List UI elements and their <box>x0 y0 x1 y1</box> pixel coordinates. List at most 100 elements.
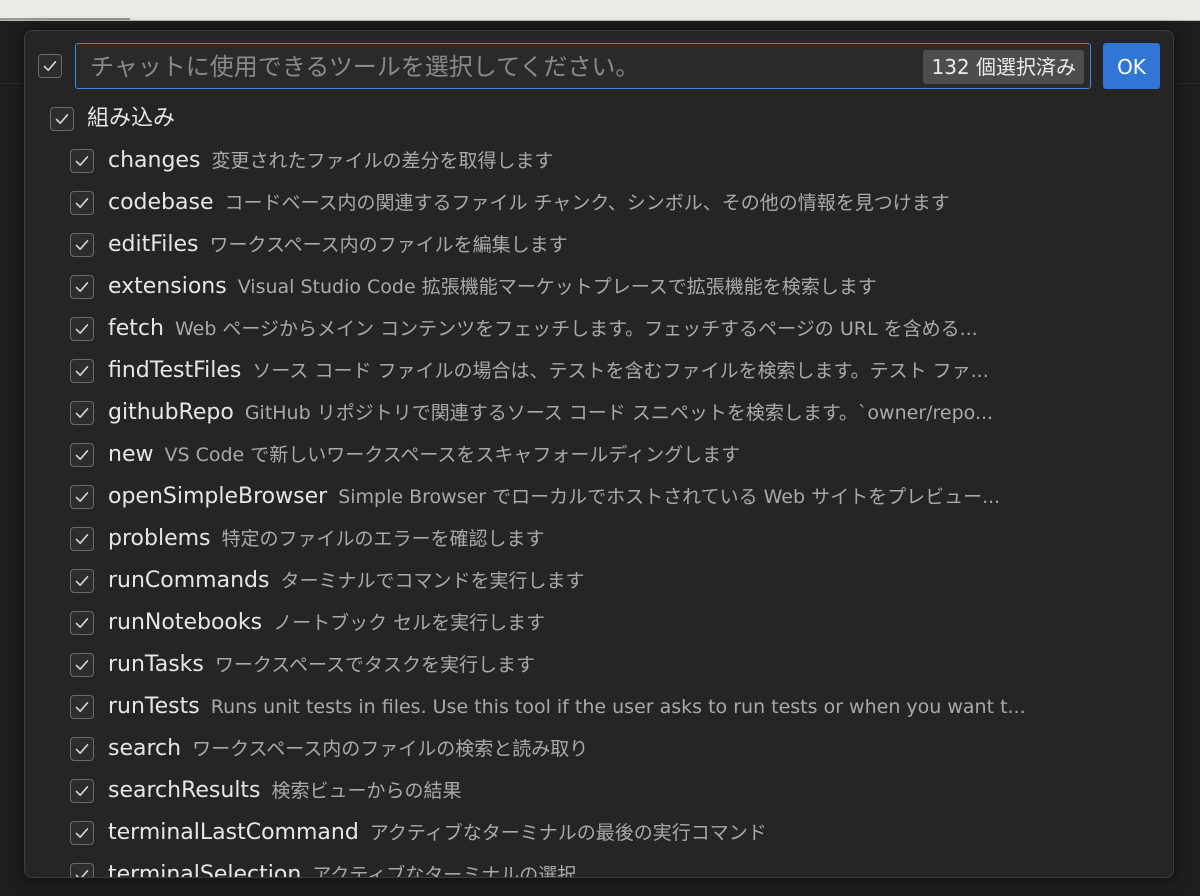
checkmark-icon <box>75 534 89 544</box>
checkmark-icon <box>75 366 89 376</box>
tool-checkbox[interactable] <box>70 317 94 341</box>
tool-name: runTests <box>108 694 200 719</box>
tool-text: terminalSelection アクティブなターミナルの選択 <box>108 854 1120 878</box>
tool-row[interactable]: runNotebooks ノートブック セルを実行します <box>25 602 1173 644</box>
tool-name: terminalSelection <box>108 862 302 878</box>
tool-row[interactable]: codebase コードベース内の関連するファイル チャンク、シンボル、その他の情… <box>25 182 1173 224</box>
group-checkbox[interactable] <box>50 107 74 131</box>
tool-description: Visual Studio Code 拡張機能マーケットプレースで拡張機能を検索… <box>237 276 877 298</box>
tool-name: fetch <box>108 316 164 341</box>
checkmark-icon <box>55 114 69 124</box>
checkmark-icon <box>75 156 89 166</box>
window-top-strip <box>0 0 1200 21</box>
checkmark-icon <box>75 324 89 334</box>
tool-checkbox[interactable] <box>70 569 94 593</box>
checkmark-icon <box>75 198 89 208</box>
checkmark-icon <box>75 576 89 586</box>
tool-text: extensions Visual Studio Code 拡張機能マーケットプレ… <box>108 266 1120 308</box>
tool-checkbox[interactable] <box>70 611 94 635</box>
tool-checkbox[interactable] <box>70 821 94 845</box>
tool-checkbox[interactable] <box>70 359 94 383</box>
tool-row[interactable]: runTasks ワークスペースでタスクを実行します <box>25 644 1173 686</box>
tool-description: 検索ビューからの結果 <box>271 780 462 802</box>
tool-checkbox[interactable] <box>70 191 94 215</box>
tool-text: new VS Code で新しいワークスペースをスキャフォールディングします <box>108 434 1120 476</box>
tool-description: ワークスペースでタスクを実行します <box>214 654 536 676</box>
tool-row[interactable]: runTests Runs unit tests in files. Use th… <box>25 686 1173 728</box>
checkmark-icon <box>75 828 89 838</box>
tool-text: problems 特定のファイルのエラーを確認します <box>108 518 1120 560</box>
tool-text: runTests Runs unit tests in files. Use th… <box>108 686 1120 728</box>
tool-row[interactable]: extensions Visual Studio Code 拡張機能マーケットプレ… <box>25 266 1173 308</box>
tool-name: codebase <box>108 190 214 215</box>
tool-checkbox[interactable] <box>70 527 94 551</box>
checkmark-icon <box>75 282 89 292</box>
tool-description: アクティブなターミナルの選択 <box>312 864 577 878</box>
tool-description: ワークスペース内のファイルの検索と読み取り <box>192 738 589 760</box>
tool-text: runCommands ターミナルでコマンドを実行します <box>108 560 1120 602</box>
tool-text: changes 変更されたファイルの差分を取得します <box>108 140 1120 182</box>
tool-text: terminalLastCommand アクティブなターミナルの最後の実行コマンド <box>108 812 1120 854</box>
tool-checkbox[interactable] <box>70 695 94 719</box>
tool-row[interactable]: fetch Web ページからメイン コンテンツをフェッチします。フェッチするペー… <box>25 308 1173 350</box>
checkmark-icon <box>43 61 57 71</box>
group-label: 組み込み <box>87 106 176 131</box>
tool-row[interactable]: openSimpleBrowser Simple Browser でローカルでホス… <box>25 476 1173 518</box>
tool-description: ワークスペース内のファイルを編集します <box>209 234 568 256</box>
tool-description: Web ページからメイン コンテンツをフェッチします。フェッチするページの UR… <box>174 318 978 340</box>
tool-name: searchResults <box>108 778 261 803</box>
tool-row[interactable]: new VS Code で新しいワークスペースをスキャフォールディングします <box>25 434 1173 476</box>
checkmark-icon <box>75 492 89 502</box>
checkmark-icon <box>75 618 89 628</box>
tool-checkbox[interactable] <box>70 779 94 803</box>
tool-list: 組み込み changes 変更されたファイルの差分を取得します codebase コー… <box>25 98 1173 877</box>
tool-row[interactable]: editFiles ワークスペース内のファイルを編集します <box>25 224 1173 266</box>
checkmark-icon <box>75 240 89 250</box>
tool-text: fetch Web ページからメイン コンテンツをフェッチします。フェッチするペー… <box>108 308 1120 350</box>
tool-row[interactable]: findTestFiles ソース コード ファイルの場合は、テストを含むファイル… <box>25 350 1173 392</box>
tool-row[interactable]: problems 特定のファイルのエラーを確認します <box>25 518 1173 560</box>
checkmark-icon <box>75 870 89 877</box>
checkmark-icon <box>75 408 89 418</box>
tool-checkbox[interactable] <box>70 653 94 677</box>
tool-name: terminalLastCommand <box>108 820 359 845</box>
select-all-checkbox[interactable] <box>38 54 62 78</box>
tool-checkbox[interactable] <box>70 737 94 761</box>
tool-checkbox[interactable] <box>70 485 94 509</box>
tool-checkbox[interactable] <box>70 863 94 877</box>
tool-checkbox[interactable] <box>70 149 94 173</box>
tool-description: Simple Browser でローカルでホストされている Web サイトをプレ… <box>338 486 1001 508</box>
tool-row[interactable]: terminalSelection アクティブなターミナルの選択 <box>25 854 1173 878</box>
tool-checkbox[interactable] <box>70 443 94 467</box>
tool-row[interactable]: search ワークスペース内のファイルの検索と読み取り <box>25 728 1173 770</box>
tool-name: changes <box>108 148 201 173</box>
tool-row[interactable]: changes 変更されたファイルの差分を取得します <box>25 140 1173 182</box>
tool-name: runCommands <box>108 568 270 593</box>
tool-filter-input[interactable] <box>88 44 912 90</box>
tool-description: 特定のファイルのエラーを確認します <box>221 528 545 550</box>
tool-row[interactable]: runCommands ターミナルでコマンドを実行します <box>25 560 1173 602</box>
window-tab-edge <box>0 0 130 20</box>
tool-name: problems <box>108 526 211 551</box>
tool-description: コードベース内の関連するファイル チャンク、シンボル、その他の情報を見つけます <box>224 192 950 214</box>
tool-text: runNotebooks ノートブック セルを実行します <box>108 602 1120 644</box>
checkmark-icon <box>75 786 89 796</box>
tool-checkbox[interactable] <box>70 275 94 299</box>
tool-row[interactable]: terminalLastCommand アクティブなターミナルの最後の実行コマンド <box>25 812 1173 854</box>
checkmark-icon <box>75 744 89 754</box>
tool-filter-input-box: 132 個選択済み <box>75 43 1091 90</box>
tool-description: ソース コード ファイルの場合は、テストを含むファイルを検索します。テスト ファ… <box>252 360 989 382</box>
tool-name: new <box>108 442 154 467</box>
tool-checkbox[interactable] <box>70 233 94 257</box>
ok-button[interactable]: OK <box>1103 43 1160 89</box>
tool-text: searchResults 検索ビューからの結果 <box>108 770 1120 812</box>
tool-text: githubRepo GitHub リポジトリで関連するソース コード スニペット… <box>108 392 1120 434</box>
tool-name: githubRepo <box>108 400 234 425</box>
tool-description: 変更されたファイルの差分を取得します <box>211 150 554 172</box>
tool-checkbox[interactable] <box>70 401 94 425</box>
tool-description: Runs unit tests in files. Use this tool … <box>210 696 1026 718</box>
tool-row[interactable]: githubRepo GitHub リポジトリで関連するソース コード スニペット… <box>25 392 1173 434</box>
tool-row[interactable]: searchResults 検索ビューからの結果 <box>25 770 1173 812</box>
group-row-builtin[interactable]: 組み込み <box>25 98 1173 140</box>
tool-name: findTestFiles <box>108 358 242 383</box>
